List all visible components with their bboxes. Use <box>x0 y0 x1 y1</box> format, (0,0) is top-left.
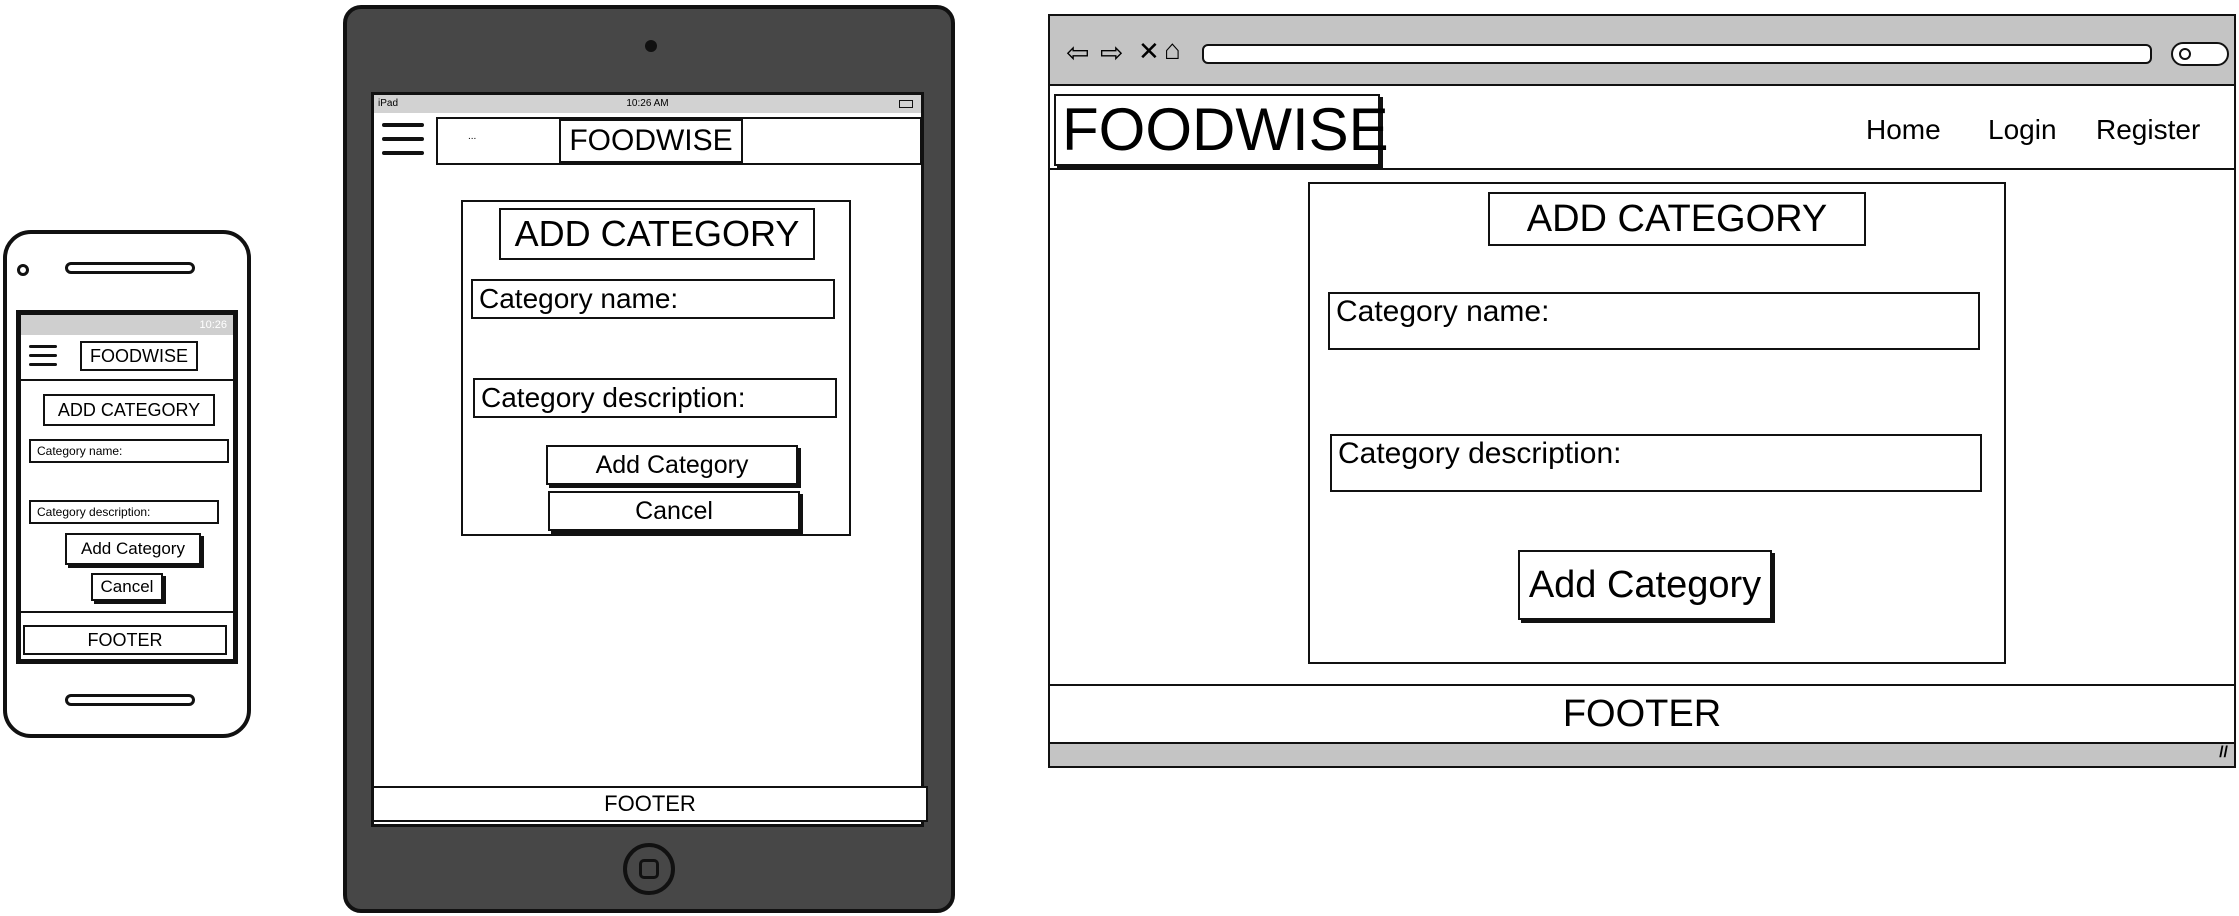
footer: FOOTER <box>372 786 928 822</box>
site-logo[interactable]: FOODWISE <box>80 341 198 371</box>
logo-text: FOODWISE <box>90 345 188 366</box>
cancel-button[interactable]: Cancel <box>548 491 800 531</box>
category-name-label: Category name: <box>37 444 123 458</box>
tablet-camera <box>645 40 657 52</box>
category-description-label: Category description: <box>1338 437 1622 470</box>
desktop-browser-window: ⇦ ⇨ ✕ ⌂ FOODWISE Home Login Register ADD… <box>1048 14 2236 768</box>
tablet-status-time: 10:26 AM <box>626 98 669 109</box>
menu-icon[interactable] <box>382 123 424 155</box>
phone-speaker <box>65 262 195 274</box>
browser-search-icon[interactable] <box>2171 42 2229 66</box>
browser-toolbar: ⇦ ⇨ ✕ ⌂ <box>1050 16 2234 86</box>
category-description-field[interactable]: Category description: <box>1330 434 1982 492</box>
add-category-button[interactable]: Add Category <box>65 533 201 565</box>
forward-icon[interactable]: ⇨ <box>1100 36 1123 69</box>
nav-register-link[interactable]: Register <box>2096 114 2200 146</box>
category-name-label: Category name: <box>479 283 679 314</box>
tablet-status-bar: iPad 10:26 AM <box>374 95 921 113</box>
category-name-field[interactable]: Category name: <box>471 279 835 319</box>
menu-icon[interactable] <box>29 345 57 366</box>
form-title: ADD CATEGORY <box>1488 192 1866 246</box>
tablet-home-button[interactable] <box>623 843 675 895</box>
tablet-search-text: ... <box>468 131 477 142</box>
phone-status-time: 10:26 <box>199 319 227 331</box>
home-icon[interactable]: ⌂ <box>1164 34 1181 66</box>
back-icon[interactable]: ⇦ <box>1066 36 1089 69</box>
browser-status-bar: // <box>1050 742 2234 766</box>
battery-icon <box>899 100 913 108</box>
header-divider <box>21 379 233 381</box>
resize-handle-icon[interactable]: // <box>2219 744 2228 762</box>
footer: FOOTER <box>23 625 227 655</box>
phone-status-bar: 10:26 <box>21 315 233 335</box>
site-logo[interactable]: FOODWISE <box>559 119 743 163</box>
category-description-field[interactable]: Category description: <box>29 500 219 524</box>
category-name-field[interactable]: Category name: <box>29 439 229 463</box>
footer: FOOTER <box>1050 684 2234 744</box>
nav-login-link[interactable]: Login <box>1988 114 2057 146</box>
phone-screen: 10:26 FOODWISE ADD CATEGORY Category nam… <box>16 310 238 664</box>
add-category-button[interactable]: Add Category <box>546 445 798 485</box>
stop-icon[interactable]: ✕ <box>1138 36 1160 67</box>
category-description-field[interactable]: Category description: <box>473 378 837 418</box>
content-divider <box>21 611 233 613</box>
phone-camera <box>17 264 29 276</box>
address-bar[interactable] <box>1202 44 2152 64</box>
form-title: ADD CATEGORY <box>499 208 815 260</box>
logo-text: FOODWISE <box>1062 96 1389 163</box>
site-logo[interactable]: FOODWISE <box>1054 94 1389 166</box>
category-name-label: Category name: <box>1336 295 1550 328</box>
phone-home-bar <box>65 694 195 706</box>
add-category-button[interactable]: Add Category <box>1518 550 1772 620</box>
cancel-button[interactable]: Cancel <box>91 573 163 601</box>
category-description-label: Category description: <box>37 505 151 519</box>
category-name-field[interactable]: Category name: <box>1328 292 1980 350</box>
nav-home-link[interactable]: Home <box>1866 114 1941 146</box>
category-description-label: Category description: <box>481 382 746 413</box>
tablet-screen: iPad 10:26 AM ... FOODWISE ADD CATEGORY … <box>371 92 924 827</box>
form-title: ADD CATEGORY <box>43 394 215 426</box>
logo-text: FOODWISE <box>569 124 733 157</box>
